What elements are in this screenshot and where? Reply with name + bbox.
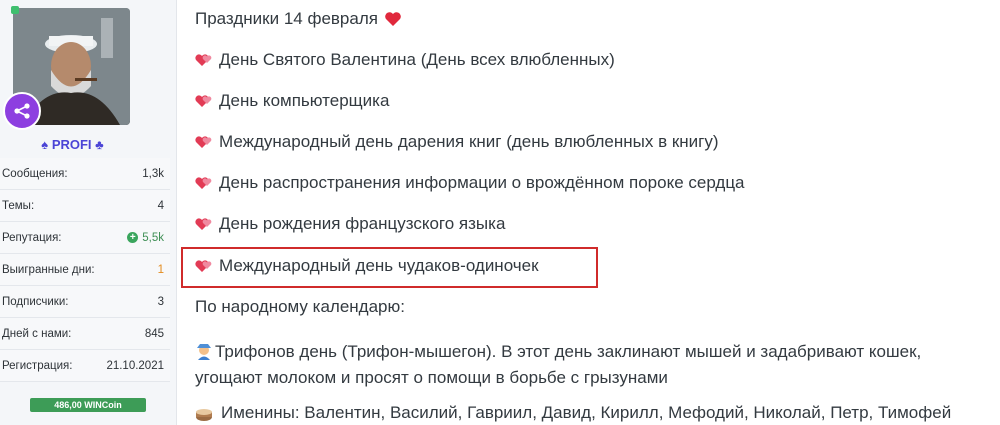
stat-label: Подписчики: — [2, 295, 69, 308]
two-hearts-icon — [195, 218, 212, 230]
folk-line-2: угощают молоком и просят о помощи в борь… — [195, 368, 668, 387]
stat-label: Темы: — [2, 199, 35, 212]
stat-row-reputation: Репутация: + 5,5k — [0, 222, 170, 254]
two-hearts-icon — [195, 260, 212, 272]
namedays-text: Именины: Валентин, Василий, Гавриил, Дав… — [221, 403, 952, 422]
stat-label: Дней с нами: — [2, 327, 72, 340]
user-rank: ♠ PROFI ♣ — [41, 137, 104, 152]
holiday-item: День распространения информации о врождё… — [195, 173, 745, 193]
user-sidebar: ♠ PROFI ♣ Сообщения: 1,3k Темы: 4 Репута… — [0, 0, 177, 425]
stat-label: Регистрация: — [2, 359, 73, 372]
holiday-text: День рождения французского языка — [219, 214, 506, 233]
holiday-item: Международный день дарения книг (день вл… — [195, 132, 719, 152]
wincoin-badge: 486,00 WINCoin — [30, 398, 146, 412]
stat-value: 1,3k — [142, 167, 164, 180]
stat-row-days-won: Выигранные дни: 1 — [0, 254, 170, 286]
share-badge[interactable] — [3, 92, 41, 130]
folk-paragraph: Трифонов день (Трифон-мышегон). В этот д… — [195, 339, 921, 391]
reputation-value: 5,5k — [142, 231, 164, 244]
two-hearts-icon — [195, 136, 212, 148]
namedays-line: Именины: Валентин, Василий, Гавриил, Дав… — [195, 403, 951, 423]
holiday-text: День распространения информации о врождё… — [219, 173, 745, 192]
stat-label: Сообщения: — [2, 167, 68, 180]
user-stats: Сообщения: 1,3k Темы: 4 Репутация: + 5,5… — [0, 158, 170, 382]
stat-row-topics: Темы: 4 — [0, 190, 170, 222]
stat-label: Репутация: — [2, 231, 62, 244]
folk-line-1: Трифонов день (Трифон-мышегон). В этот д… — [215, 342, 922, 361]
folk-title-text: По народному календарю: — [195, 297, 405, 316]
holiday-item-highlighted: Международный день чудаков-одиночек — [195, 256, 539, 276]
heart-icon — [385, 12, 401, 26]
stat-row-followers: Подписчики: 3 — [0, 286, 170, 318]
two-hearts-icon — [195, 54, 212, 66]
share-icon — [14, 103, 30, 119]
stat-row-days-with-us: Дней с нами: 845 — [0, 318, 170, 350]
holiday-item: День Святого Валентина (День всех влюбле… — [195, 50, 615, 70]
holiday-text: День компьютерщика — [219, 91, 390, 110]
folk-calendar-title: По народному календарю: — [195, 297, 405, 317]
holiday-item: День компьютерщика — [195, 91, 389, 111]
stat-row-registration: Регистрация: 21.10.2021 — [0, 350, 170, 382]
title-text: Праздники 14 февраля — [195, 9, 378, 28]
cake-emoji-icon — [196, 409, 212, 421]
two-hearts-icon — [195, 177, 212, 189]
stat-value: + 5,5k — [127, 232, 164, 244]
plus-icon: + — [127, 232, 139, 243]
stat-row-messages: Сообщения: 1,3k — [0, 158, 170, 190]
holiday-text: Международный день чудаков-одиночек — [219, 256, 539, 275]
two-hearts-icon — [195, 95, 212, 107]
stat-value: 3 — [157, 295, 164, 308]
stat-value[interactable]: 1 — [158, 264, 164, 276]
holiday-text: День Святого Валентина (День всех влюбле… — [219, 50, 615, 69]
farmer-emoji-icon — [197, 344, 211, 360]
post-title: Праздники 14 февраля — [195, 9, 402, 29]
stat-value: 845 — [144, 327, 164, 340]
holiday-text: Международный день дарения книг (день вл… — [219, 132, 719, 151]
stat-value: 21.10.2021 — [106, 359, 164, 372]
online-status-indicator — [11, 6, 19, 14]
holiday-item: День рождения французского языка — [195, 214, 505, 234]
stat-value: 4 — [157, 199, 164, 212]
stat-label: Выигранные дни: — [2, 263, 95, 276]
